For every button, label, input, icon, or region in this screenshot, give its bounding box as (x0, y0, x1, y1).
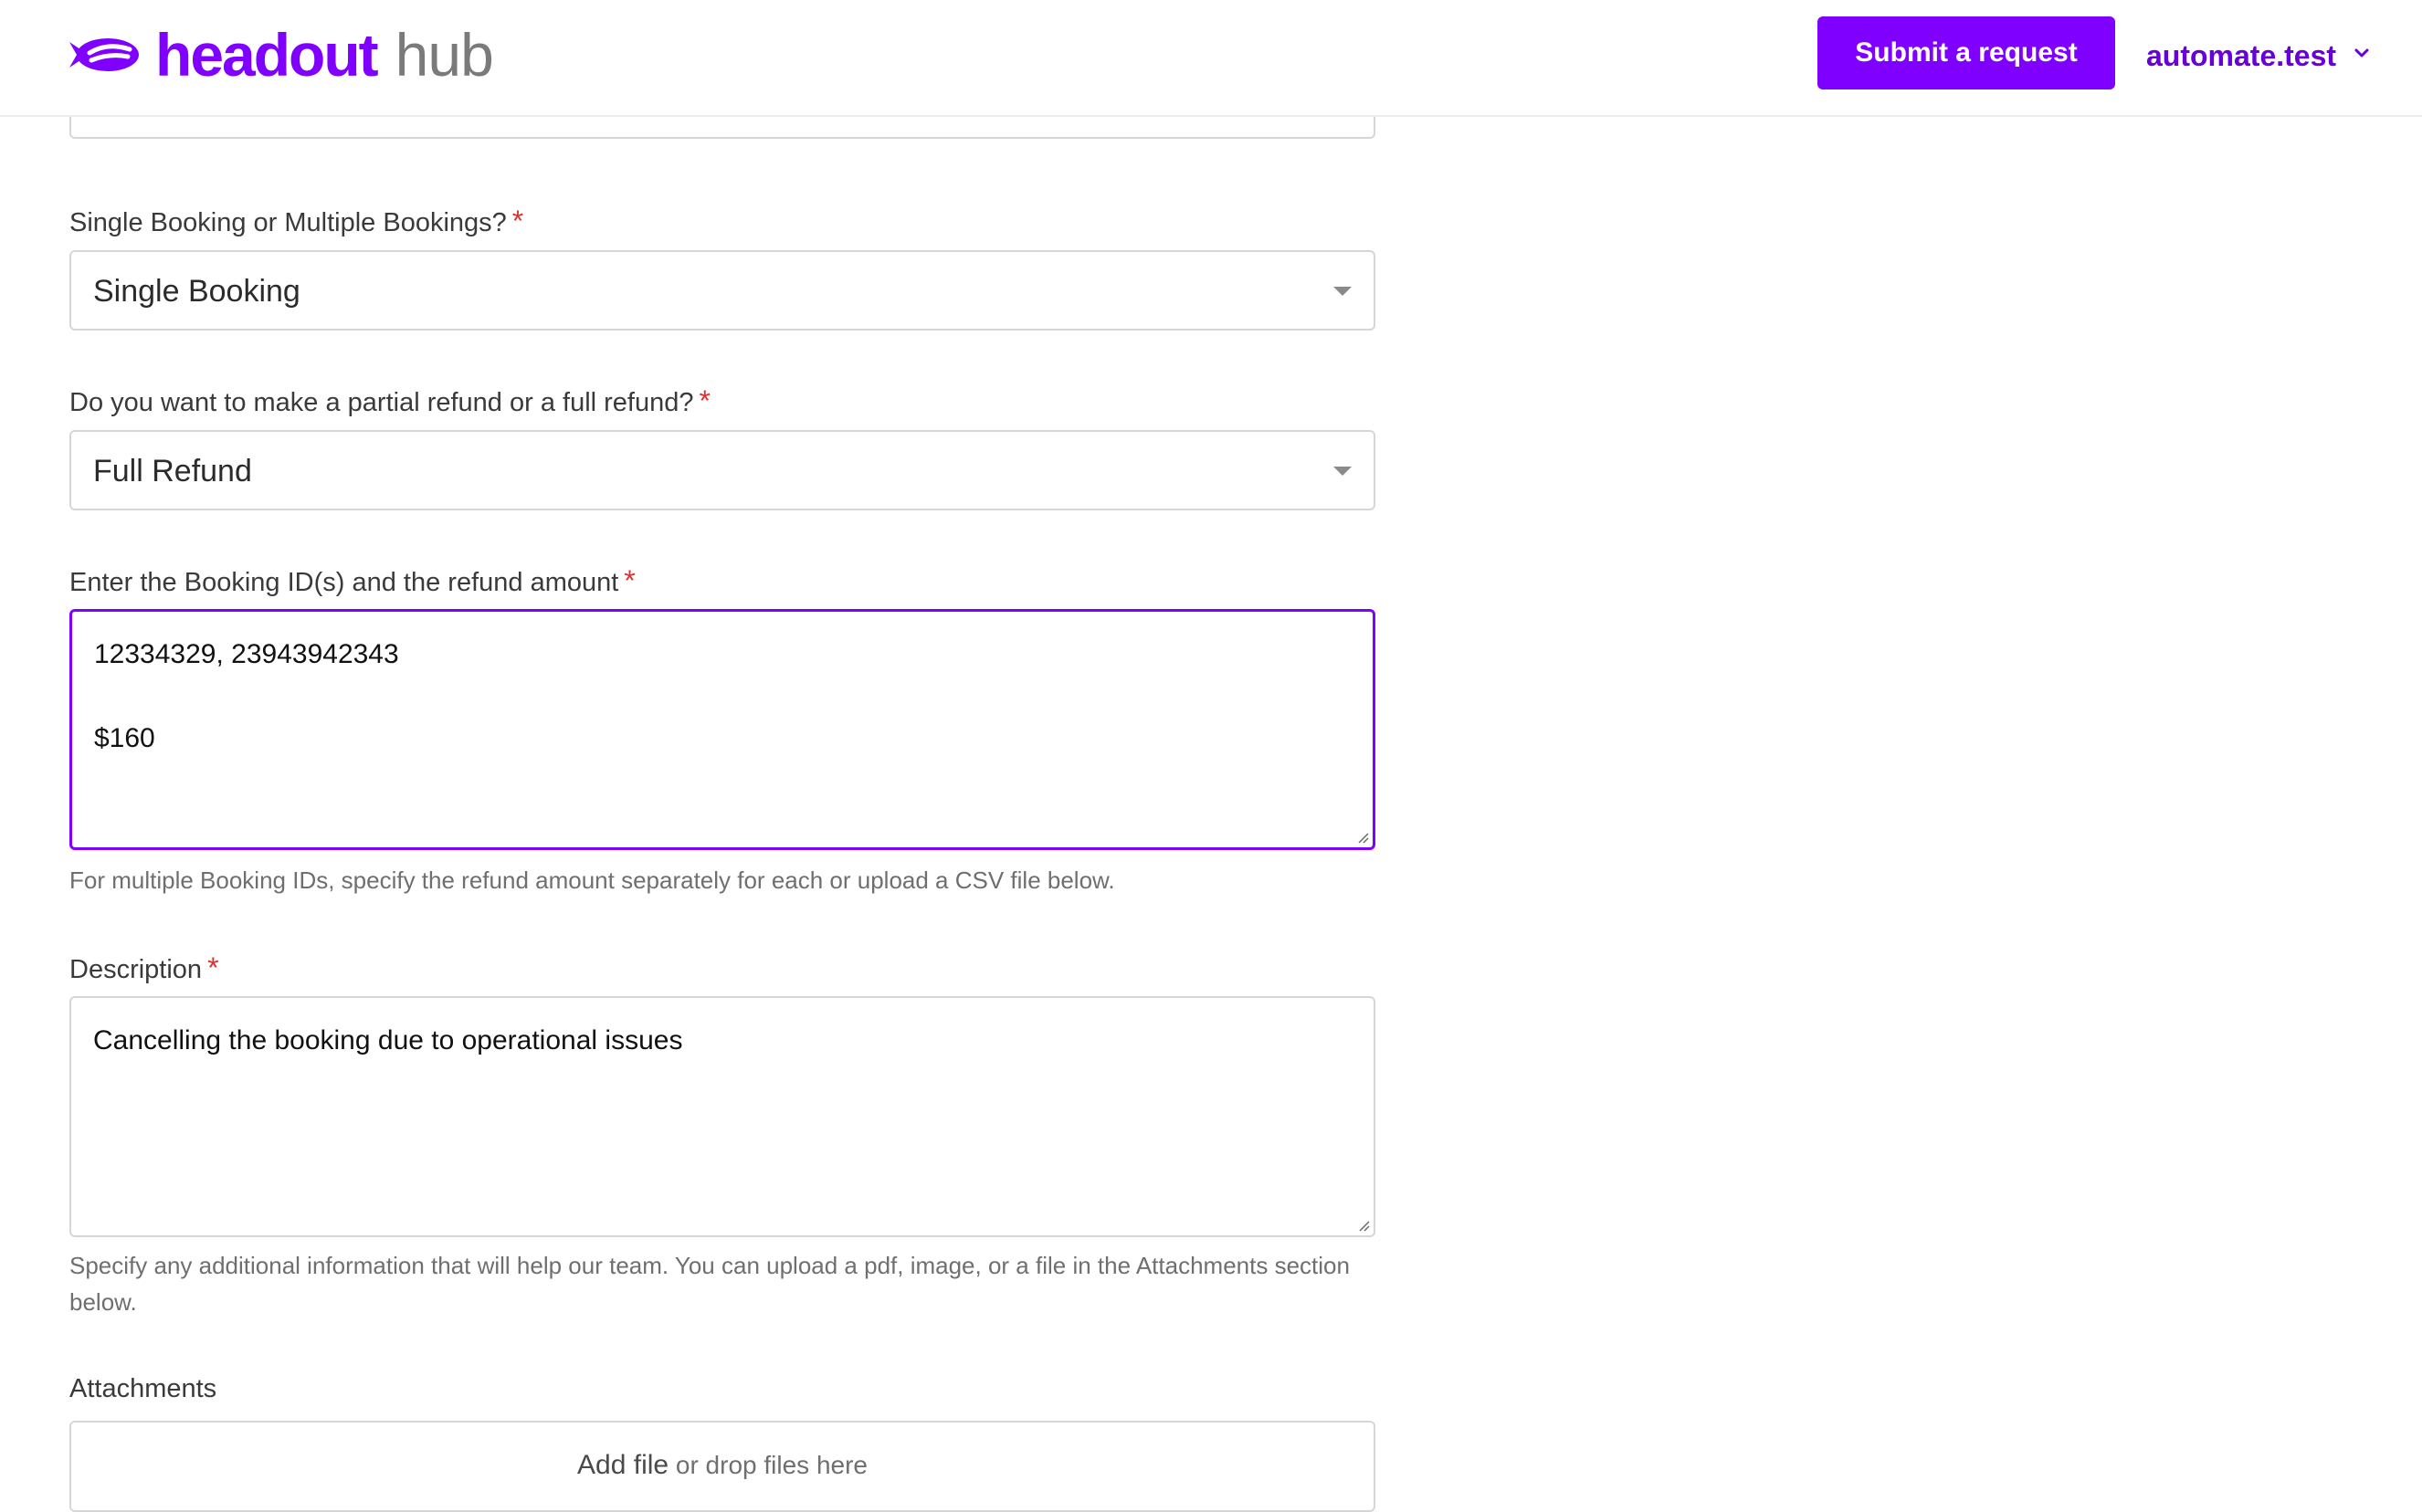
top-header: headout hub Submit a request automate.te… (0, 0, 2422, 117)
caret-down-icon (1333, 287, 1352, 296)
refund-type-select[interactable]: Full Refund (69, 430, 1375, 510)
description-textarea[interactable]: Cancelling the booking due to operationa… (69, 996, 1375, 1237)
attachments-dropzone[interactable]: Add file or drop files here (69, 1421, 1375, 1512)
user-menu[interactable]: automate.test (2146, 33, 2371, 79)
booking-type-label: Single Booking or Multiple Bookings? * (69, 205, 524, 237)
caret-down-icon (1333, 467, 1352, 476)
required-asterisk: * (624, 564, 636, 597)
description-hint: Specify any additional information that … (69, 1252, 1350, 1316)
booking-ids-line-3: $160 (94, 723, 155, 753)
resize-handle-icon[interactable] (1356, 831, 1369, 844)
brand-name: headout (155, 21, 379, 89)
brand-logo[interactable]: headout hub (69, 21, 494, 89)
booking-type-value: Single Booking (93, 274, 300, 309)
dropzone-text: Add file or drop files here (71, 1450, 1374, 1481)
refund-type-label: Do you want to make a partial refund or … (69, 384, 711, 417)
brand-sub: hub (395, 21, 494, 89)
booking-ids-line-1: 12334329, 23943942343 (94, 639, 399, 669)
refund-type-value: Full Refund (93, 454, 252, 488)
booking-ids-hint: For multiple Booking IDs, specify the re… (69, 866, 1115, 894)
resize-handle-icon[interactable] (1357, 1219, 1370, 1232)
description-value: Cancelling the booking due to operationa… (93, 1025, 683, 1055)
required-asterisk: * (699, 384, 711, 417)
blimp-logo-icon (69, 38, 139, 71)
booking-ids-label: Enter the Booking ID(s) and the refund a… (69, 564, 636, 597)
booking-ids-textarea[interactable]: 12334329, 23943942343 $160 (69, 609, 1375, 850)
description-label: Description * (69, 951, 219, 984)
required-asterisk: * (207, 951, 219, 984)
attachments-label: Attachments (69, 1374, 217, 1403)
required-asterisk: * (511, 205, 524, 237)
booking-type-select[interactable]: Single Booking (69, 250, 1375, 331)
submit-request-button[interactable]: Submit a request (1817, 16, 2115, 89)
drop-files-text: or drop files here (675, 1451, 868, 1479)
add-file-link[interactable]: Add file (577, 1450, 669, 1480)
chevron-down-icon (2354, 48, 2369, 58)
user-name: automate.test (2146, 38, 2337, 72)
